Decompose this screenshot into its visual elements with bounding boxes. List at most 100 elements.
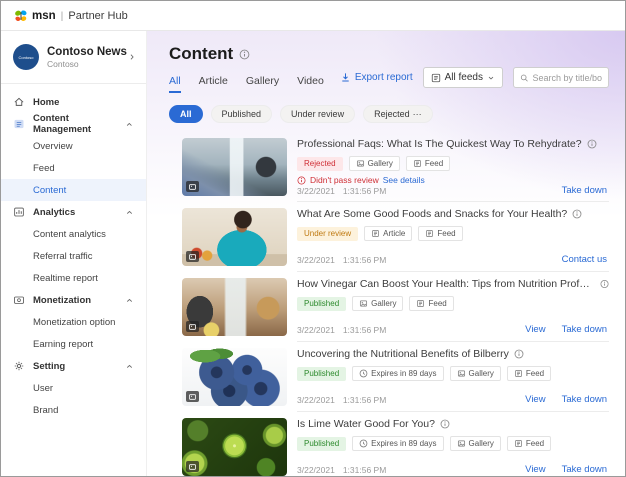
take-down-link[interactable]: Take down (562, 185, 607, 196)
content-date: 3/22/2021 (297, 465, 335, 475)
info-icon[interactable] (572, 209, 582, 219)
chevron-down-icon (487, 74, 495, 82)
filter-rejected[interactable]: Rejected ··· (363, 105, 433, 123)
type-badge-label: Feed (425, 159, 443, 168)
all-feeds-dropdown[interactable]: All feeds (423, 67, 503, 88)
tab-article[interactable]: Article (199, 75, 228, 93)
sidebar-item-home[interactable]: Home (1, 91, 146, 113)
sidebar-item-brand[interactable]: Brand (1, 399, 146, 421)
contact-us-link[interactable]: Contact us (562, 254, 607, 265)
partner-hub-window: msn | Partner Hub Contoso Contoso News C… (0, 0, 626, 477)
type-badge-feed: Feed (418, 226, 462, 241)
take-down-link[interactable]: Take down (562, 394, 607, 405)
sidebar-group-monetization[interactable]: Monetization (1, 289, 146, 311)
sidebar-item-label: Referral traffic (33, 251, 92, 262)
content-title[interactable]: Uncovering the Nutritional Benefits of B… (297, 348, 509, 360)
publisher-avatar: Contoso (13, 44, 39, 70)
thumbnail-lime-water[interactable] (182, 418, 287, 476)
info-icon[interactable] (514, 349, 524, 359)
thumbnail-rehydrate[interactable] (182, 138, 287, 196)
content-row: How Vinegar Can Boost Your Health: Tips … (169, 272, 609, 342)
type-badge-gallery: Gallery (450, 366, 501, 381)
chevron-up-icon (125, 120, 134, 129)
clock-icon (359, 439, 368, 448)
feed-icon (413, 159, 422, 168)
main-content: Content All Article Gallery Video Export… (147, 31, 625, 476)
tab-all[interactable]: All (169, 75, 181, 93)
sidebar-item-content-analytics[interactable]: Content analytics (1, 223, 146, 245)
page-title: Content (169, 44, 233, 64)
gallery-icon (356, 159, 365, 168)
sidebar-group-label: Content Management (33, 113, 125, 135)
type-badge-gallery: Gallery (352, 296, 403, 311)
sidebar-item-label: Brand (33, 405, 58, 416)
thumbnail-foods-snacks[interactable] (182, 208, 287, 266)
media-type-overlay (186, 321, 199, 332)
sidebar-group-label: Monetization (33, 295, 91, 306)
sidebar-item-label: Home (33, 97, 59, 108)
gallery-icon (359, 299, 368, 308)
info-icon[interactable] (587, 139, 597, 149)
content-title[interactable]: What Are Some Good Foods and Snacks for … (297, 208, 567, 220)
chevron-right-icon (128, 53, 136, 61)
content-time: 1:31:56 PM (343, 465, 386, 475)
content-title[interactable]: Professional Faqs: What Is The Quickest … (297, 138, 582, 150)
sidebar-item-realtime-report[interactable]: Realtime report (1, 267, 146, 289)
sidebar-group-analytics[interactable]: Analytics (1, 201, 146, 223)
view-link[interactable]: View (525, 464, 545, 475)
top-bar: msn | Partner Hub (1, 1, 625, 31)
sidebar-group-label: Setting (33, 361, 65, 372)
thumbnail-bilberry[interactable] (182, 348, 287, 406)
sidebar-group-setting[interactable]: Setting (1, 355, 146, 377)
review-failure-note: Didn't pass review (310, 175, 379, 185)
type-badge-feed: Feed (507, 366, 551, 381)
thumbnail-vinegar[interactable] (182, 278, 287, 336)
content-title[interactable]: How Vinegar Can Boost Your Health: Tips … (297, 278, 595, 290)
type-badge-label: Feed (526, 369, 544, 378)
sidebar-item-content[interactable]: Content (1, 179, 146, 201)
type-badge-label: Gallery (368, 159, 393, 168)
tab-video[interactable]: Video (297, 75, 324, 93)
sidebar-item-referral-traffic[interactable]: Referral traffic (1, 245, 146, 267)
feeds-icon (431, 73, 441, 83)
filter-under-review[interactable]: Under review (280, 105, 355, 123)
search-input[interactable] (532, 73, 602, 83)
sidebar-group-content-management[interactable]: Content Management (1, 113, 146, 135)
type-badge-label: Feed (437, 229, 455, 238)
info-icon[interactable] (440, 419, 450, 429)
tab-gallery[interactable]: Gallery (246, 75, 279, 93)
feed-icon (514, 439, 523, 448)
sidebar-item-label: Overview (33, 141, 73, 152)
type-badge-label: Feed (526, 439, 544, 448)
sidebar-item-label: Content (33, 185, 66, 196)
export-report-button[interactable]: Export report (340, 72, 413, 83)
gallery-icon (188, 463, 197, 471)
export-report-label: Export report (355, 72, 413, 83)
sidebar-group-label: Analytics (33, 207, 75, 218)
status-badge-published: Published (297, 437, 346, 451)
sidebar-item-overview[interactable]: Overview (1, 135, 146, 157)
gear-icon (13, 360, 25, 372)
feed-icon (416, 299, 425, 308)
info-icon[interactable] (239, 49, 250, 60)
type-badge-label: Gallery (371, 299, 396, 308)
sidebar-item-label: Feed (33, 163, 55, 174)
sidebar-item-earning-report[interactable]: Earning report (1, 333, 146, 355)
chevron-up-icon (125, 296, 134, 305)
sidebar-item-feed[interactable]: Feed (1, 157, 146, 179)
filter-all[interactable]: All (169, 105, 203, 123)
info-icon[interactable] (600, 279, 609, 289)
status-badge-published: Published (297, 367, 346, 381)
sidebar-item-label: Earning report (33, 339, 93, 350)
view-link[interactable]: View (525, 394, 545, 405)
take-down-link[interactable]: Take down (562, 324, 607, 335)
content-title[interactable]: Is Lime Water Good For You? (297, 418, 435, 430)
sidebar-item-monetization-option[interactable]: Monetization option (1, 311, 146, 333)
take-down-link[interactable]: Take down (562, 464, 607, 475)
see-details-link[interactable]: See details (383, 175, 425, 185)
view-link[interactable]: View (525, 324, 545, 335)
sidebar-item-user[interactable]: User (1, 377, 146, 399)
feed-icon (425, 229, 434, 238)
publisher-switcher[interactable]: Contoso Contoso News Contoso (1, 40, 146, 74)
filter-published[interactable]: Published (211, 105, 273, 123)
